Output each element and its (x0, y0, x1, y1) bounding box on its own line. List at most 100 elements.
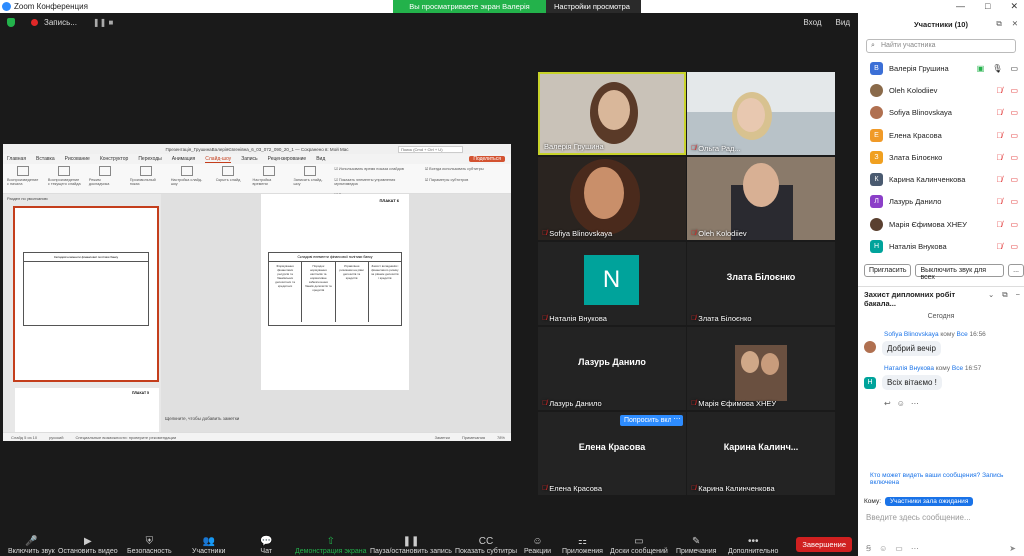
pause-recording-button[interactable]: ❚❚ Пауза/остановить запись (370, 536, 452, 555)
ppt-menu: Главная Вставка Рисование Конструктор Пе… (3, 154, 511, 164)
participant-photo (761, 353, 779, 375)
ppt-ribbon: Воспроизведение с начала Воспроизведение… (3, 164, 511, 197)
participant-item[interactable]: Л Лазурь Данило 🎙̸ ▭ (858, 191, 1024, 213)
ribbon-button: Режим докладчика (89, 166, 122, 191)
apps-button[interactable]: ⚏ Приложения (562, 536, 603, 555)
view-button[interactable]: Вид (836, 18, 850, 27)
popout-icon[interactable]: ⧉ (996, 19, 1001, 29)
invite-button[interactable]: Пригласить (864, 264, 912, 277)
notes-icon: ✎ (692, 536, 701, 547)
ppt-body: Раздел по умолчанию Складові елементи фі… (3, 194, 511, 432)
chevron-down-icon[interactable]: ⌄ (988, 290, 994, 308)
ribbon-button: Настройка времени (253, 166, 286, 191)
chat-message-meta: Sofiya Blinovskaya кому Все 16:56 (884, 331, 986, 338)
chat-date-separator: Сегодня (927, 313, 955, 320)
recording-controls[interactable]: ❚❚ ■ (93, 18, 113, 27)
reaction-icon: ☺ (532, 536, 543, 547)
view-options-button[interactable]: Настройки просмотра (546, 0, 641, 13)
participant-search-input[interactable]: Найти участника (866, 39, 1016, 53)
video-tile[interactable]: Лазурь Данило 🎙̸ Лазурь Данило (538, 327, 686, 410)
security-button[interactable]: ⛨ Безопасность (127, 536, 172, 555)
video-icon: ▭ (1010, 63, 1018, 73)
participant-item[interactable]: Oleh Kolodiiev 🎙̸ ▭ (858, 79, 1024, 101)
ppt-search-box: Поиск (Cmd + Ctrl + U) (398, 145, 463, 153)
notes-button[interactable]: ✎ Примечания (676, 536, 716, 555)
timing-icon (262, 166, 275, 176)
participant-item[interactable]: Е Елена Красова 🎙̸ ▭ (858, 124, 1024, 146)
video-tile[interactable]: Карина Калинч... 🎙̸ Карина Калинченкова (687, 412, 835, 495)
avatar: N (584, 255, 639, 305)
record-dot-icon (31, 18, 38, 26)
maximize-button[interactable]: □ (985, 0, 990, 13)
minimize-icon[interactable]: − (1016, 290, 1020, 308)
send-icon[interactable]: ➤ (1009, 544, 1016, 553)
avatar (870, 106, 883, 120)
pause-icon: ❚❚ (402, 536, 420, 547)
mic-muted-icon: 🎙̸ (996, 197, 1003, 207)
participant-item[interactable]: Н Наталія Внукова 🎙̸ ▭ (858, 235, 1024, 257)
participant-item[interactable]: Марія Єфимова ХНЕУ 🎙̸ ▭ (858, 213, 1024, 235)
divider (858, 286, 1024, 287)
video-tile[interactable]: 🎙̸ Oleh Kolodiiev (687, 157, 835, 240)
video-tile-speaker[interactable]: Валерія Грушина (538, 72, 686, 155)
tile-name: 🎙̸ Марія Єфимова ХНЕУ (691, 399, 777, 408)
format-icon[interactable]: Ꞩ (866, 544, 871, 553)
emoji-icon[interactable]: ☺ (897, 399, 905, 408)
slide-thumbnails: Раздел по умолчанию Складові елементи фі… (3, 194, 161, 432)
minimize-button[interactable]: — (956, 0, 965, 13)
whiteboards-button[interactable]: ▭ Доски сообщений (610, 536, 668, 555)
participants-icon: 👥 (202, 536, 215, 547)
popout-icon[interactable]: ⧉ (1002, 290, 1007, 308)
video-tile[interactable]: 🎙̸ Sofiya Blinovskaya (538, 157, 686, 240)
captions-button[interactable]: CC Показать субтитры (455, 536, 517, 555)
participant-item[interactable]: К Карина Калинченкова 🎙̸ ▭ (858, 168, 1024, 190)
more-icon[interactable]: ⋯ (911, 399, 919, 408)
recipient-select[interactable]: Участники зала ожидания (885, 497, 974, 506)
mute-all-button[interactable]: Выключить звук для всех (915, 264, 1005, 281)
participant-item[interactable]: В Валерія Грушина ▣ 🎙 ▭ (858, 57, 1024, 79)
slide-plan-label: ПЛАКАТ 6 (379, 198, 399, 203)
ask-unmute-button[interactable]: Попросить вкл (620, 415, 676, 426)
mic-muted-icon: 🎙̸ (996, 242, 1003, 252)
emoji-icon[interactable]: ☺ (879, 544, 887, 553)
chat-visibility-notice[interactable]: Кто может видеть ваши сообщения? Запись … (870, 472, 1020, 486)
ppt-menu-item: Вид (316, 156, 326, 162)
mic-muted-icon: 🎙̸ (691, 485, 697, 492)
slide-table-cell: Управління ризиками на рівні депозитів т… (336, 262, 369, 322)
video-tile[interactable]: N 🎙̸ Наталія Внукова (538, 242, 686, 325)
participant-photo (741, 351, 759, 373)
share-screen-button[interactable]: ⇧ Демонстрация экрана (295, 536, 367, 555)
tile-name: 🎙̸ Карина Калинченкова (691, 484, 775, 493)
more-button[interactable]: ••• Дополнительно (728, 536, 778, 555)
video-tile[interactable]: 🎙̸ Марія Єфимова ХНЕУ (687, 327, 835, 410)
enter-fullscreen-button[interactable]: Вход (803, 18, 821, 27)
video-tile[interactable]: Злата Білоєнко 🎙̸ Злата Білоєнко (687, 242, 835, 325)
more-icon[interactable]: ⋯ (911, 544, 919, 553)
close-icon[interactable]: ✕ (1012, 19, 1018, 29)
reply-icon[interactable]: ↩ (884, 399, 891, 408)
file-icon[interactable]: ▭ (895, 544, 903, 553)
video-tile[interactable]: 🎙̸ Ольга Рад... (687, 72, 835, 155)
mic-muted-icon: 🎤 (25, 536, 38, 547)
end-meeting-button[interactable]: Завершение (796, 537, 852, 552)
security-shield-icon[interactable] (7, 17, 15, 27)
participants-more-button[interactable]: ... (1008, 264, 1024, 277)
reactions-button[interactable]: ☺ Реакции (524, 536, 551, 555)
chat-button[interactable]: 💬 Чат (260, 536, 272, 555)
tile-more-button[interactable]: ⋯ (671, 415, 683, 426)
close-button[interactable]: ✕ (1010, 0, 1018, 13)
mic-icon: 🎙 (992, 63, 1003, 73)
chat-input[interactable]: Введите здесь сообщение... (866, 513, 971, 522)
slide-editor: ПЛАКАТ 6 Складові елементи фінансової по… (161, 194, 511, 432)
participant-item[interactable]: Sofiya Blinovskaya 🎙̸ ▭ (858, 102, 1024, 124)
unmute-button[interactable]: 🎤 Включить звук (8, 536, 55, 555)
chat-icon: 💬 (260, 536, 273, 547)
stop-video-button[interactable]: ▶ Остановить видео (58, 536, 118, 555)
tile-big-name: Злата Білоєнко (726, 272, 796, 282)
chat-message: Всіх вітаємо ! (882, 375, 942, 390)
participants-button[interactable]: 👥 Участники (192, 536, 225, 555)
slideshow-icon (17, 166, 30, 176)
tile-name: 🎙̸ Злата Білоєнко (691, 314, 752, 323)
participant-item[interactable]: З Злата Білоєнко 🎙̸ ▭ (858, 146, 1024, 168)
ribbon-button: Настройка слайд-шоу (171, 166, 204, 191)
